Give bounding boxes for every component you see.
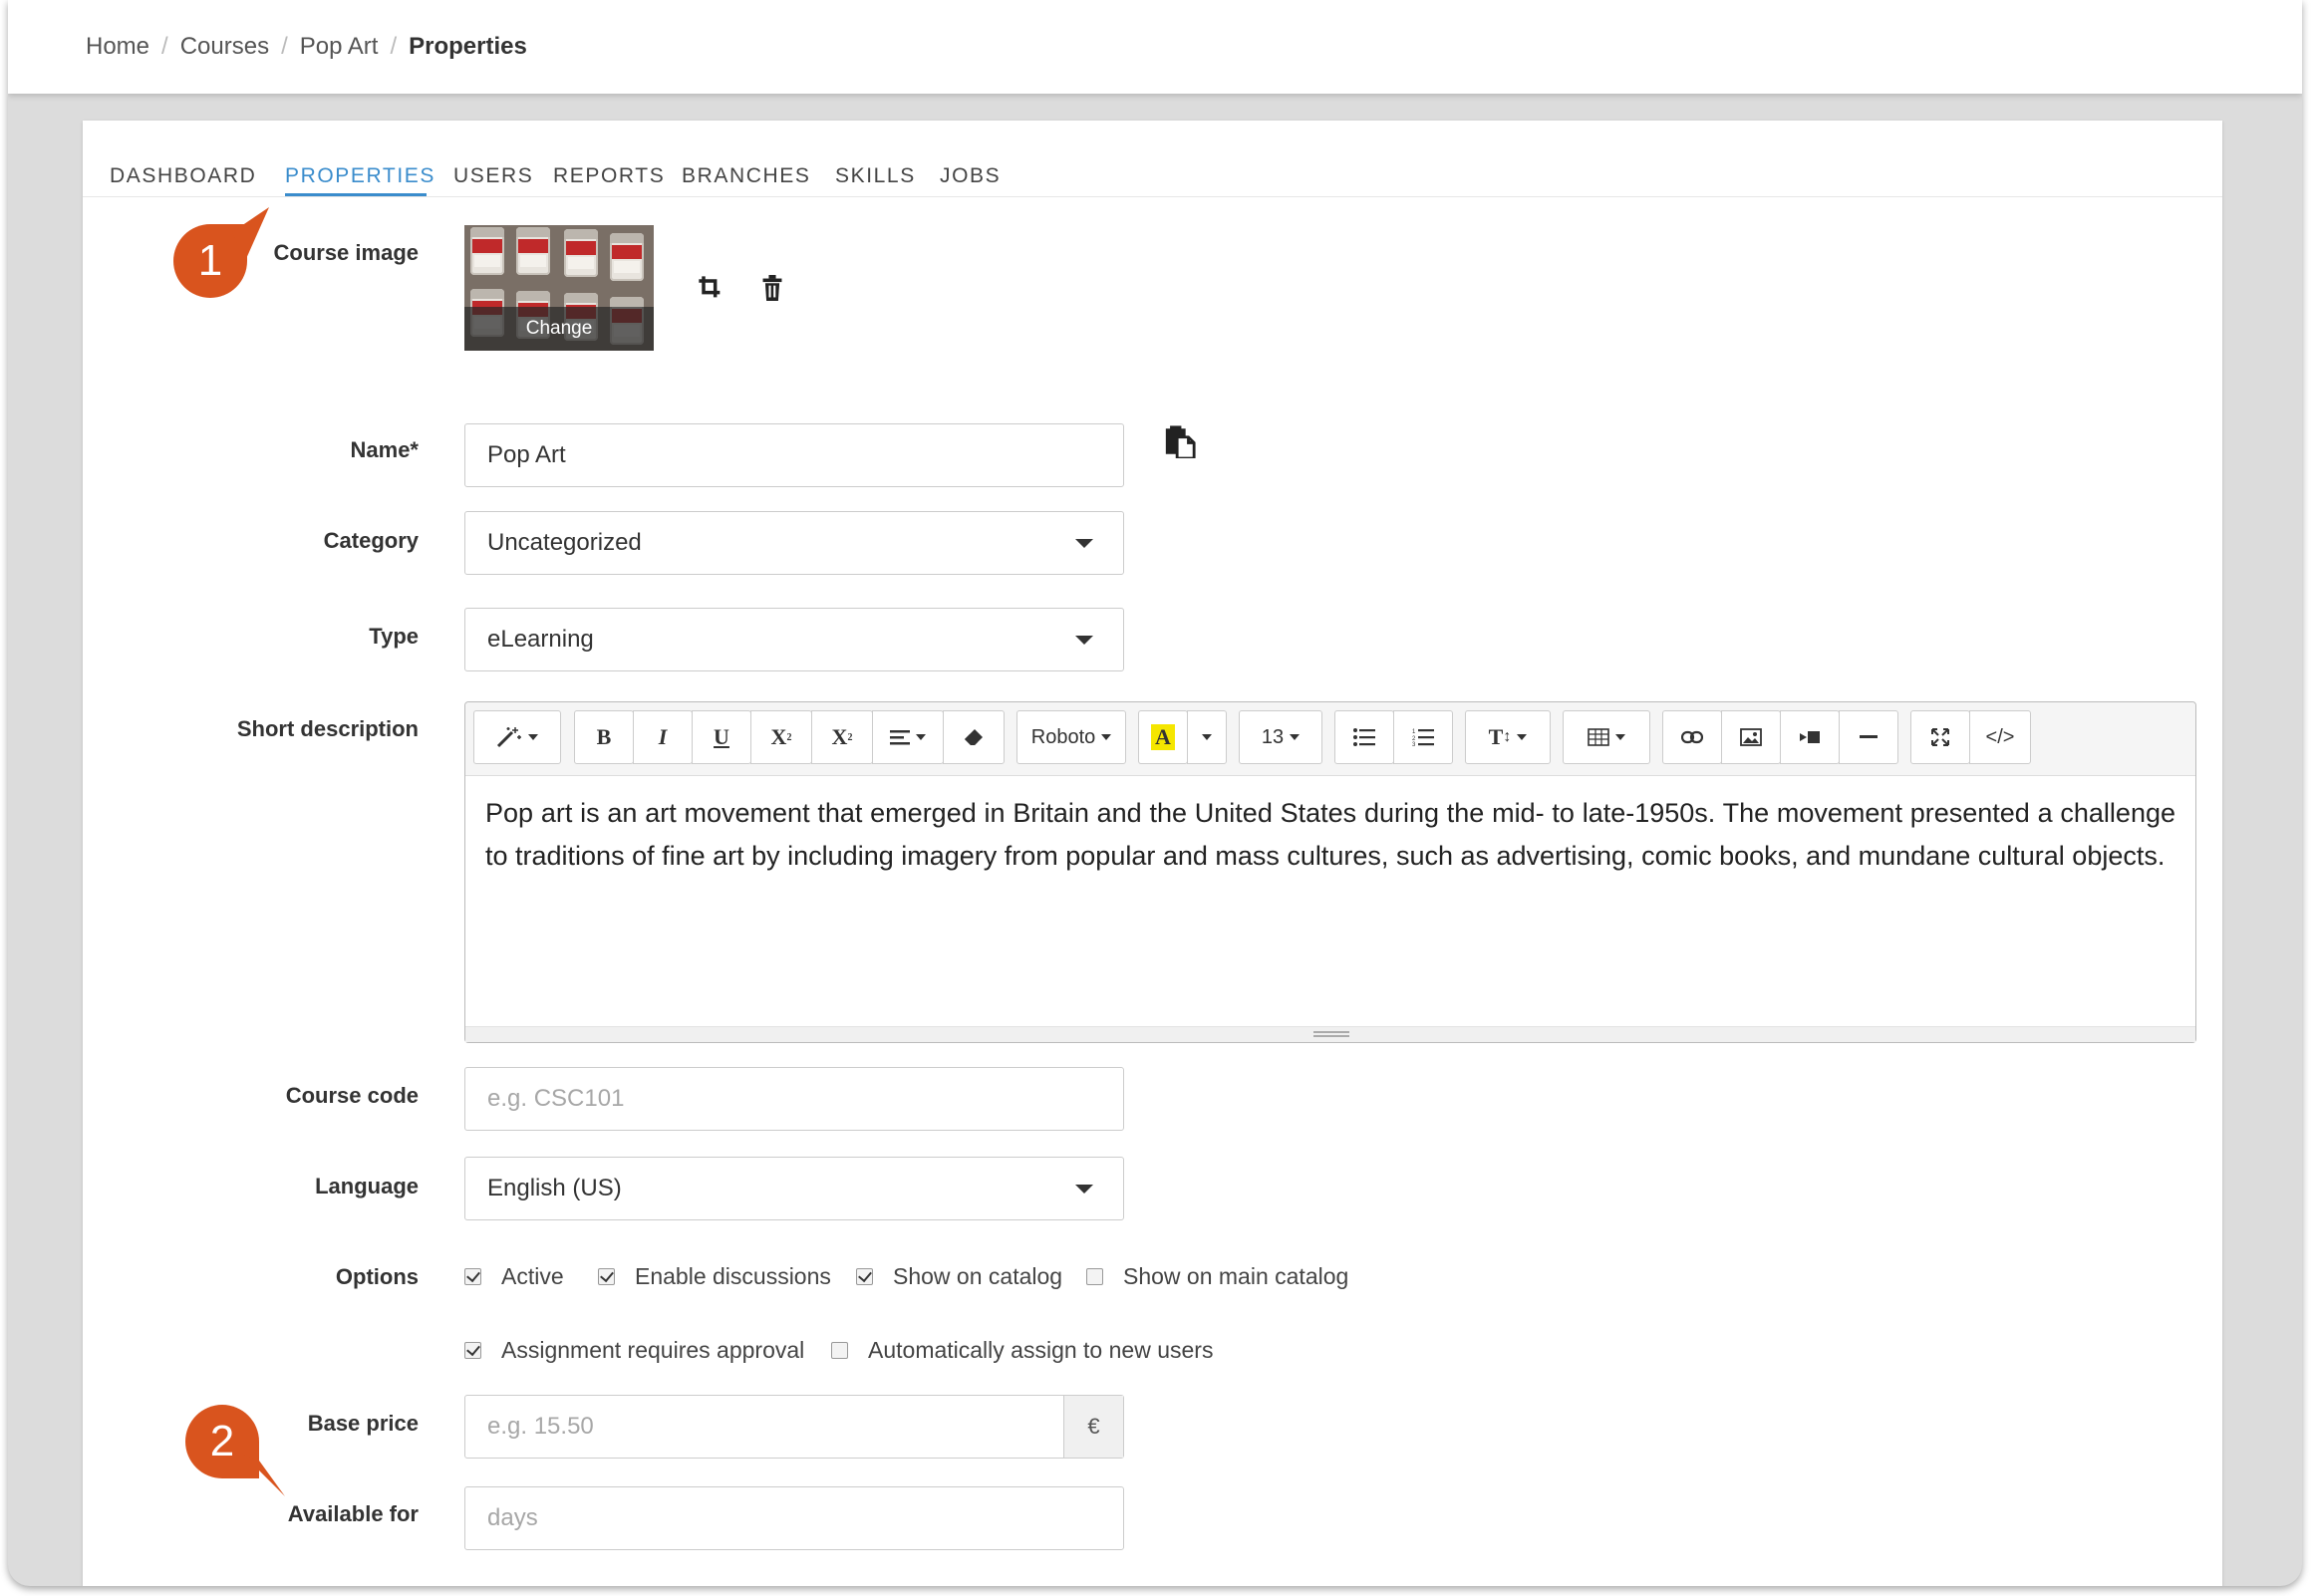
chevron-down-icon	[1075, 636, 1093, 645]
svg-text:1: 1	[1412, 729, 1416, 735]
tab-dashboard[interactable]: DASHBOARD	[110, 164, 256, 188]
soup-can-image	[564, 229, 598, 277]
link-icon[interactable]	[1662, 710, 1722, 764]
magic-wand-icon[interactable]	[473, 710, 561, 764]
top-bar: Home / Courses / Pop Art / Properties	[8, 0, 2302, 94]
checkbox[interactable]	[464, 1268, 481, 1285]
category-value: Uncategorized	[487, 529, 642, 556]
text-color-icon[interactable]: A	[1138, 710, 1188, 764]
type-value: eLearning	[487, 626, 594, 653]
tab-skills[interactable]: SKILLS	[835, 164, 916, 188]
short-description-label: Short description	[236, 716, 419, 741]
active-tab-indicator	[285, 193, 427, 196]
tab-jobs[interactable]: JOBS	[940, 164, 1001, 188]
option-assignment-requires-approval[interactable]: Assignment requires approval	[464, 1337, 804, 1364]
breadcrumb-separator: /	[161, 33, 168, 60]
type-label: Type	[369, 624, 419, 649]
course-image-label: Course image	[273, 240, 420, 265]
chevron-down-icon	[1075, 539, 1093, 548]
breadcrumb-current: Properties	[409, 33, 527, 60]
superscript-button[interactable]: X2	[750, 710, 812, 764]
option-auto-assign-new-users[interactable]: Automatically assign to new users	[831, 1337, 1213, 1364]
editor-toolbar: B I U X2 X2 Roboto A 13 1 2 3 T ↕ </>	[465, 702, 2195, 776]
italic-button[interactable]: I	[633, 710, 693, 764]
breadcrumb: Home / Courses / Pop Art / Properties	[86, 33, 527, 61]
editor-resize-handle[interactable]	[465, 1026, 2195, 1042]
trash-icon[interactable]	[754, 270, 790, 306]
image-icon[interactable]	[1721, 710, 1781, 764]
course-code-input[interactable]: e.g. CSC101	[464, 1067, 1124, 1131]
option-enable-discussions[interactable]: Enable discussions	[598, 1263, 831, 1290]
table-icon[interactable]	[1563, 710, 1650, 764]
change-image-button[interactable]: Change	[464, 307, 654, 351]
soup-can-image	[470, 227, 504, 275]
align-icon[interactable]	[872, 710, 944, 764]
color-dropdown-button[interactable]	[1187, 710, 1227, 764]
base-price-input[interactable]: e.g. 15.50 €	[464, 1395, 1124, 1459]
eraser-icon[interactable]	[943, 710, 1005, 764]
code-view-icon[interactable]: </>	[1969, 710, 2031, 764]
svg-text:3: 3	[1412, 742, 1416, 746]
language-label: Language	[315, 1174, 419, 1198]
soup-can-image	[516, 227, 550, 275]
category-select[interactable]: Uncategorized	[464, 511, 1124, 575]
available-for-input[interactable]: days	[464, 1486, 1124, 1550]
soup-can-image	[610, 233, 644, 281]
underline-button[interactable]: U	[692, 710, 751, 764]
tab-properties[interactable]: PROPERTIES	[285, 164, 435, 188]
properties-card: DASHBOARD PROPERTIES USERS REPORTS BRANC…	[83, 121, 2222, 1586]
numbered-list-icon[interactable]: 123	[1393, 710, 1453, 764]
tab-branches[interactable]: BRANCHES	[682, 164, 811, 188]
tab-users[interactable]: USERS	[453, 164, 533, 188]
checkbox[interactable]	[1086, 1268, 1103, 1285]
video-icon[interactable]	[1780, 710, 1840, 764]
breadcrumb-home[interactable]: Home	[86, 33, 149, 61]
language-value: English (US)	[487, 1175, 622, 1201]
font-family-select[interactable]: Roboto	[1016, 710, 1126, 764]
text-height-icon[interactable]: T ↕	[1465, 710, 1551, 764]
tab-bar: DASHBOARD PROPERTIES USERS REPORTS BRANC…	[83, 121, 2222, 197]
course-image-thumbnail[interactable]: Change	[464, 225, 654, 351]
option-active[interactable]: Active	[464, 1263, 564, 1290]
course-code-label: Course code	[285, 1083, 419, 1108]
chevron-down-icon	[1075, 1185, 1093, 1194]
horizontal-rule-icon[interactable]	[1839, 710, 1898, 764]
option-show-on-main-catalog[interactable]: Show on main catalog	[1086, 1263, 1348, 1290]
fullscreen-icon[interactable]	[1910, 710, 1970, 764]
base-price-label: Base price	[307, 1411, 419, 1436]
checkbox[interactable]	[856, 1268, 873, 1285]
bullet-list-icon[interactable]	[1334, 710, 1394, 764]
checkbox[interactable]	[831, 1342, 848, 1359]
crop-icon[interactable]	[693, 270, 728, 306]
callout-2: 2	[185, 1405, 259, 1478]
checkbox[interactable]	[598, 1268, 615, 1285]
font-size-select[interactable]: 13	[1239, 710, 1322, 764]
option-show-on-catalog[interactable]: Show on catalog	[856, 1263, 1062, 1290]
rich-text-editor: B I U X2 X2 Roboto A 13 1 2 3 T ↕ </> Po…	[464, 701, 2196, 1043]
breadcrumb-separator: /	[390, 33, 398, 60]
breadcrumb-course[interactable]: Pop Art	[300, 33, 379, 61]
name-input[interactable]: Pop Art	[464, 423, 1124, 487]
currency-addon: €	[1063, 1396, 1123, 1458]
available-for-label: Available for	[287, 1501, 419, 1526]
name-label: Name*	[350, 437, 419, 462]
type-select[interactable]: eLearning	[464, 608, 1124, 671]
category-label: Category	[323, 528, 419, 553]
breadcrumb-courses[interactable]: Courses	[180, 33, 269, 61]
app-window: Home / Courses / Pop Art / Properties DA…	[8, 0, 2302, 1586]
options-label: Options	[335, 1264, 419, 1289]
tab-reports[interactable]: REPORTS	[553, 164, 665, 188]
callout-1: 1	[173, 224, 247, 298]
bold-button[interactable]: B	[574, 710, 634, 764]
clipboard-icon[interactable]	[1162, 423, 1198, 459]
description-text[interactable]: Pop art is an art movement that emerged …	[485, 792, 2175, 878]
language-select[interactable]: English (US)	[464, 1157, 1124, 1220]
checkbox[interactable]	[464, 1342, 481, 1359]
breadcrumb-separator: /	[281, 33, 288, 60]
subscript-button[interactable]: X2	[811, 710, 873, 764]
